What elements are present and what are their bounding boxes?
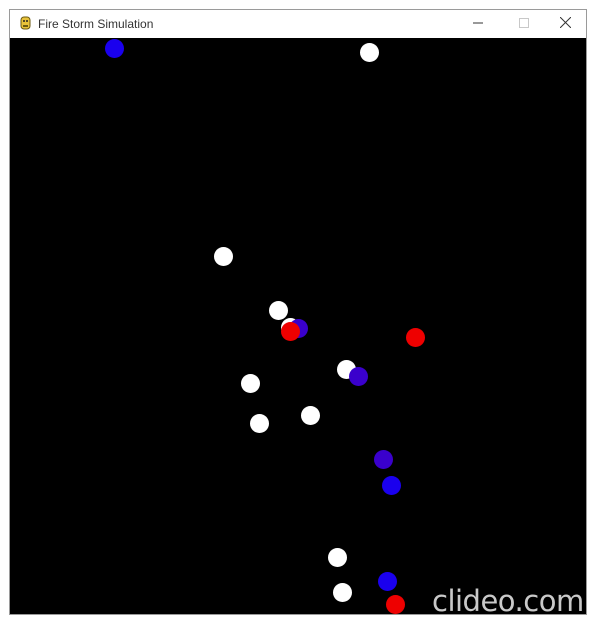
particle-white [332, 582, 352, 602]
maximize-icon [519, 15, 529, 33]
minimize-icon [473, 15, 483, 33]
window-title: Fire Storm Simulation [38, 17, 154, 31]
particle-white [359, 42, 379, 62]
particle-blue [381, 475, 401, 495]
particle-white [327, 547, 347, 567]
close-icon [559, 15, 571, 33]
particle-white [240, 373, 260, 393]
particle-white [249, 413, 269, 433]
maximize-button[interactable] [501, 10, 547, 38]
particle-white [300, 405, 320, 425]
particle-red [405, 327, 425, 347]
particle-blue [377, 571, 397, 591]
watermark: clideo.com [432, 584, 584, 618]
simulation-canvas[interactable] [10, 38, 586, 614]
minimize-button[interactable] [455, 10, 501, 38]
particle-purple [348, 366, 368, 386]
particle-blue [104, 38, 124, 58]
pygame-snake-icon [18, 16, 33, 31]
particle-red [385, 594, 405, 614]
particle-white [213, 246, 233, 266]
title-bar[interactable]: Fire Storm Simulation [10, 10, 586, 38]
particle-white [268, 300, 288, 320]
particle-purple [373, 449, 393, 469]
app-window: Fire Storm Simulation [9, 9, 587, 615]
particle-red [280, 321, 300, 341]
close-button[interactable] [542, 10, 588, 38]
